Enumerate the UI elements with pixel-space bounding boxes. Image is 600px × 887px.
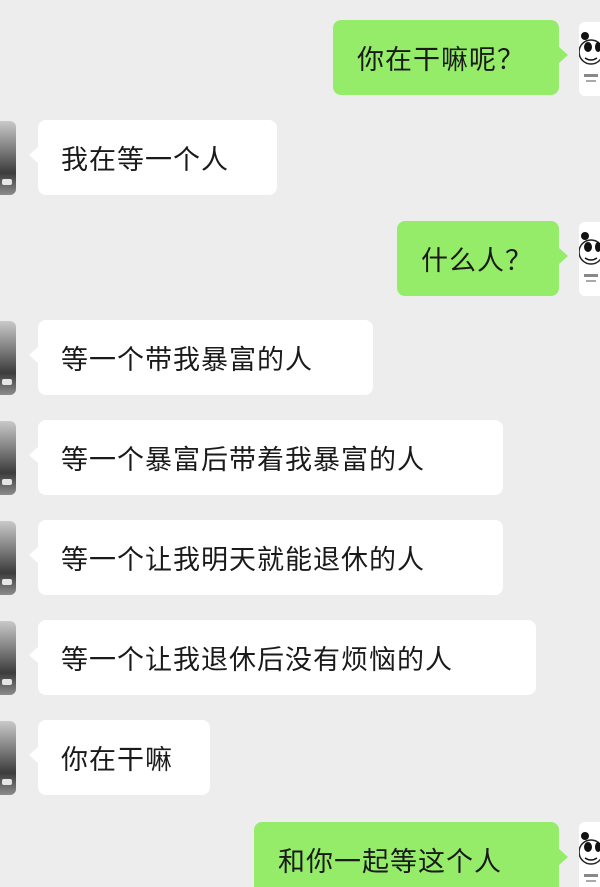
message-text: 什么人？ (421, 246, 533, 277)
avatar-landscape-icon[interactable] (0, 421, 16, 495)
message-text: 你在干嘛呢？ (357, 45, 525, 76)
message-bubble-received[interactable]: 你在干嘛 (29, 720, 210, 795)
message-bubble-sent[interactable]: 和你一起等这个人 (254, 822, 568, 887)
avatar-landscape-icon[interactable] (0, 121, 16, 195)
message-text: 等一个让我退休后没有烦恼的人 (61, 645, 453, 676)
avatar-panda-icon[interactable] (579, 222, 600, 296)
message-text: 我在等一个人 (61, 145, 229, 176)
message-bubble-sent[interactable]: 你在干嘛呢？ (333, 20, 568, 95)
message-bubble-received[interactable]: 等一个让我退休后没有烦恼的人 (29, 620, 536, 695)
message-text: 你在干嘛 (61, 745, 173, 776)
avatar-landscape-icon[interactable] (0, 521, 16, 595)
avatar-landscape-icon[interactable] (0, 621, 16, 695)
message-bubble-received[interactable]: 等一个让我明天就能退休的人 (29, 520, 503, 595)
avatar-landscape-icon[interactable] (0, 721, 16, 795)
avatar-landscape-icon[interactable] (0, 321, 16, 395)
message-text: 等一个带我暴富的人 (61, 345, 313, 376)
message-bubble-sent[interactable]: 什么人？ (397, 221, 568, 296)
message-text: 等一个暴富后带着我暴富的人 (61, 445, 425, 476)
avatar-panda-icon[interactable] (579, 822, 600, 887)
message-text: 和你一起等这个人 (278, 847, 502, 878)
message-bubble-received[interactable]: 等一个暴富后带着我暴富的人 (29, 420, 503, 495)
avatar-panda-icon[interactable] (579, 22, 600, 96)
message-bubble-received[interactable]: 我在等一个人 (29, 120, 277, 195)
message-text: 等一个让我明天就能退休的人 (61, 545, 425, 576)
chat-window: 你在干嘛呢？ 我在等一个人 什么人？ 等一个带我暴富的人 等一个暴富后带着我暴富… (0, 0, 600, 887)
message-bubble-received[interactable]: 等一个带我暴富的人 (29, 320, 373, 395)
